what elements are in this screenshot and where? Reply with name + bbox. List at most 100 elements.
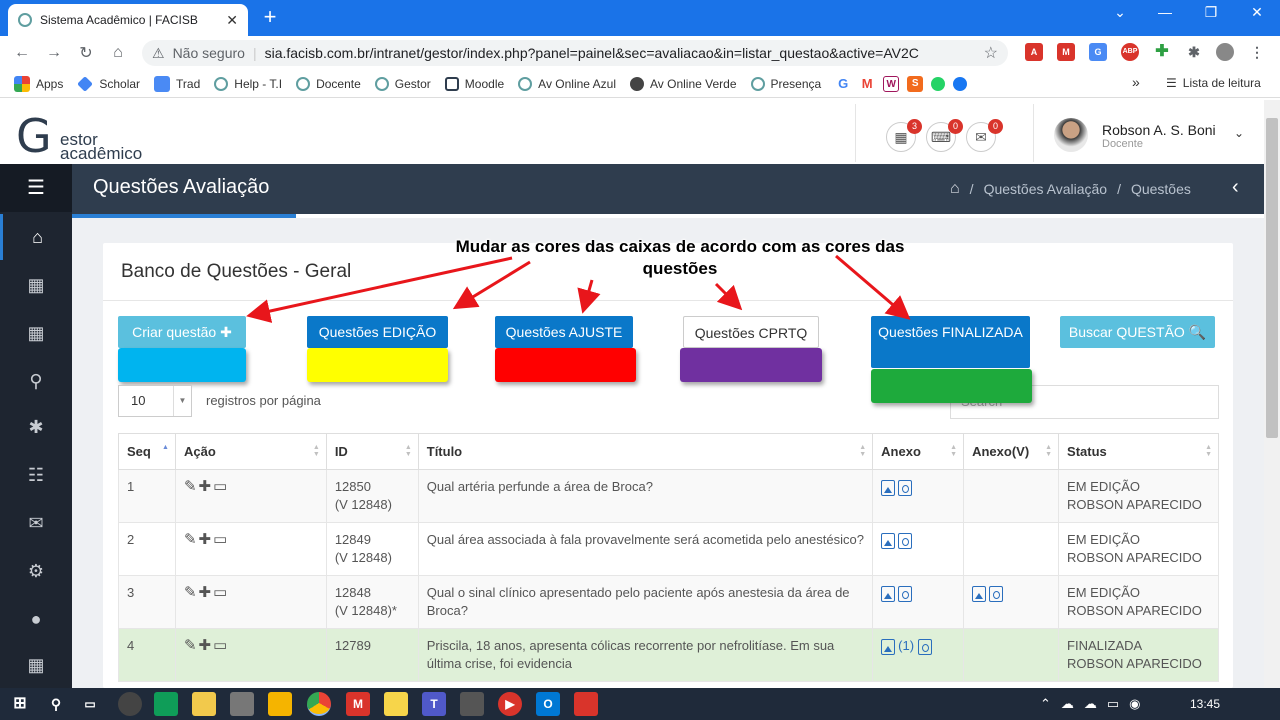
- monitor-icon[interactable]: ▭: [213, 531, 229, 548]
- task-view-icon[interactable]: ▭: [78, 692, 102, 716]
- back-icon[interactable]: ←: [6, 44, 38, 62]
- search-icon[interactable]: ⚲: [44, 692, 68, 716]
- more-bookmarks-icon[interactable]: »: [1132, 74, 1140, 90]
- calendar-bottom-icon[interactable]: ▦: [0, 642, 72, 688]
- reload-icon[interactable]: ↻: [70, 43, 102, 63]
- bookmark-moodle[interactable]: Moodle: [444, 76, 504, 91]
- bookmark-google[interactable]: G: [835, 75, 852, 92]
- questions-cprtq-button[interactable]: Questões CPRTQ: [683, 316, 819, 348]
- calendar-icon[interactable]: ▦: [0, 262, 72, 308]
- bookmark-gmail[interactable]: M: [859, 75, 876, 92]
- column-header[interactable]: Anexo(V) ▲ ▼: [963, 433, 1060, 470]
- collapse-chevron-icon[interactable]: ‹: [1232, 176, 1239, 199]
- reading-list-button[interactable]: ☰ Lista de leitura: [1166, 76, 1261, 90]
- outlook-icon[interactable]: O: [536, 692, 560, 716]
- questions-finalizada-button[interactable]: Questões FINALIZADA: [871, 316, 1030, 368]
- bookmark-docente[interactable]: Docente: [296, 76, 361, 91]
- questions-ajuste-button[interactable]: Questões AJUSTE: [495, 316, 633, 348]
- bookmark-av-azul[interactable]: Av Online Azul: [518, 76, 616, 91]
- column-header[interactable]: Seq ▲: [118, 433, 176, 470]
- user-name[interactable]: Robson A. S. Boni: [1102, 122, 1216, 138]
- bookmark-av-verde[interactable]: Av Online Verde: [629, 76, 737, 91]
- chrome-icon[interactable]: [307, 692, 331, 716]
- column-header[interactable]: Ação ▲ ▼: [174, 433, 327, 470]
- pdf-extension-icon[interactable]: A: [1025, 43, 1043, 61]
- image-file-icon[interactable]: [881, 585, 896, 602]
- edit-icon[interactable]: ✎: [184, 531, 199, 548]
- monitor-icon[interactable]: ▭: [213, 584, 229, 601]
- scrollbar-thumb[interactable]: [1266, 118, 1278, 438]
- bookmark-trad[interactable]: Trad: [154, 75, 200, 92]
- gestor-academico-logo[interactable]: G estor acadêmico: [16, 110, 166, 163]
- column-header[interactable]: Status ▲ ▼: [1058, 433, 1219, 470]
- profile-avatar-icon[interactable]: [1216, 43, 1234, 61]
- pdf-file-icon[interactable]: [898, 532, 913, 549]
- pdf-file-icon[interactable]: [989, 585, 1004, 602]
- add-icon[interactable]: ✚: [199, 478, 214, 495]
- breadcrumb-home-icon[interactable]: ⌂: [950, 180, 960, 198]
- search-question-button[interactable]: Buscar QUESTÃO 🔍: [1060, 316, 1215, 348]
- forward-icon[interactable]: →: [38, 44, 70, 62]
- address-bar[interactable]: ⚠ Não seguro | sia.facisb.com.br/intrane…: [142, 40, 1008, 66]
- adblock-extension-icon[interactable]: ABP: [1121, 43, 1139, 61]
- close-tab-icon[interactable]: ✕: [226, 12, 238, 29]
- bookmark-apps[interactable]: Apps: [14, 75, 63, 92]
- windows-start-icon[interactable]: ⊞: [8, 692, 32, 716]
- pdf-file-icon[interactable]: [898, 585, 913, 602]
- new-tab-button[interactable]: +: [258, 5, 282, 29]
- breadcrumb-item[interactable]: Questões Avaliação: [984, 181, 1108, 197]
- column-header[interactable]: ID ▲ ▼: [325, 433, 419, 470]
- page-length-select[interactable]: 10 ▼: [118, 385, 192, 417]
- create-question-button[interactable]: Criar questão ✚: [118, 316, 246, 348]
- bookmark-scholar[interactable]: Scholar: [77, 75, 140, 92]
- bookmark-s[interactable]: S: [907, 75, 924, 92]
- mendeley-extension-icon[interactable]: M: [1057, 43, 1075, 61]
- breadcrumb-item[interactable]: Questões: [1131, 181, 1191, 197]
- paint-icon[interactable]: [230, 692, 254, 716]
- questions-edicao-button[interactable]: Questões EDIÇÃO: [307, 316, 448, 348]
- bookmark-w[interactable]: W: [883, 75, 900, 92]
- bookmark-whatsapp[interactable]: [931, 76, 946, 91]
- bookmark-gestor[interactable]: Gestor: [374, 76, 431, 91]
- home-icon[interactable]: ⌂: [0, 214, 72, 260]
- bookmark-help[interactable]: Help - T.I: [214, 76, 282, 91]
- home-icon[interactable]: ⌂: [102, 44, 134, 62]
- file-explorer-icon[interactable]: [192, 692, 216, 716]
- bookmark-presenca[interactable]: Presença: [750, 76, 821, 91]
- user-icon[interactable]: ●: [0, 596, 72, 642]
- image-file-icon[interactable]: [881, 532, 896, 549]
- clock-app-icon[interactable]: [118, 692, 142, 716]
- search-icon[interactable]: ⚲: [0, 358, 72, 404]
- extensions-puzzle-icon[interactable]: ✱: [1185, 43, 1203, 61]
- column-header[interactable]: Anexo ▲ ▼: [872, 433, 965, 470]
- list-icon[interactable]: ☷: [0, 452, 72, 498]
- browser-menu-icon[interactable]: ⋮: [1248, 43, 1266, 61]
- user-avatar[interactable]: [1054, 118, 1088, 152]
- asterisk-icon[interactable]: ✱: [0, 404, 72, 450]
- mendeley-icon[interactable]: M: [346, 692, 370, 716]
- edit-icon[interactable]: ✎: [184, 637, 199, 654]
- tab-search-icon[interactable]: ⌄: [1097, 4, 1143, 21]
- system-tray[interactable]: ⌃☁☁▭◉: [1040, 696, 1151, 712]
- close-window-icon[interactable]: ✕: [1234, 4, 1280, 21]
- bookmark-star-icon[interactable]: ☆: [984, 43, 998, 63]
- minimize-icon[interactable]: —: [1142, 4, 1188, 20]
- restore-icon[interactable]: ❐: [1188, 4, 1234, 21]
- add-icon[interactable]: ✚: [199, 637, 214, 654]
- envelope-icon[interactable]: ✉: [0, 500, 72, 546]
- youtube-icon[interactable]: ▶: [498, 692, 522, 716]
- image-file-icon[interactable]: [881, 479, 896, 496]
- plus-extension-icon[interactable]: ✚: [1153, 43, 1171, 61]
- bookmark-facebook[interactable]: [953, 76, 968, 91]
- add-icon[interactable]: ✚: [199, 531, 214, 548]
- image-file-icon[interactable]: [972, 585, 987, 602]
- add-icon[interactable]: ✚: [199, 584, 214, 601]
- teams-icon[interactable]: T: [422, 692, 446, 716]
- translate-extension-icon[interactable]: G: [1089, 43, 1107, 61]
- monitor-icon[interactable]: ▭: [213, 637, 229, 654]
- onedrive-icon[interactable]: [268, 692, 292, 716]
- chevron-down-icon[interactable]: ⌄: [1234, 126, 1244, 140]
- pdf-file-icon[interactable]: [898, 479, 913, 496]
- gears-icon[interactable]: ⚙: [0, 548, 72, 594]
- hamburger-menu-icon[interactable]: ☰: [0, 164, 72, 212]
